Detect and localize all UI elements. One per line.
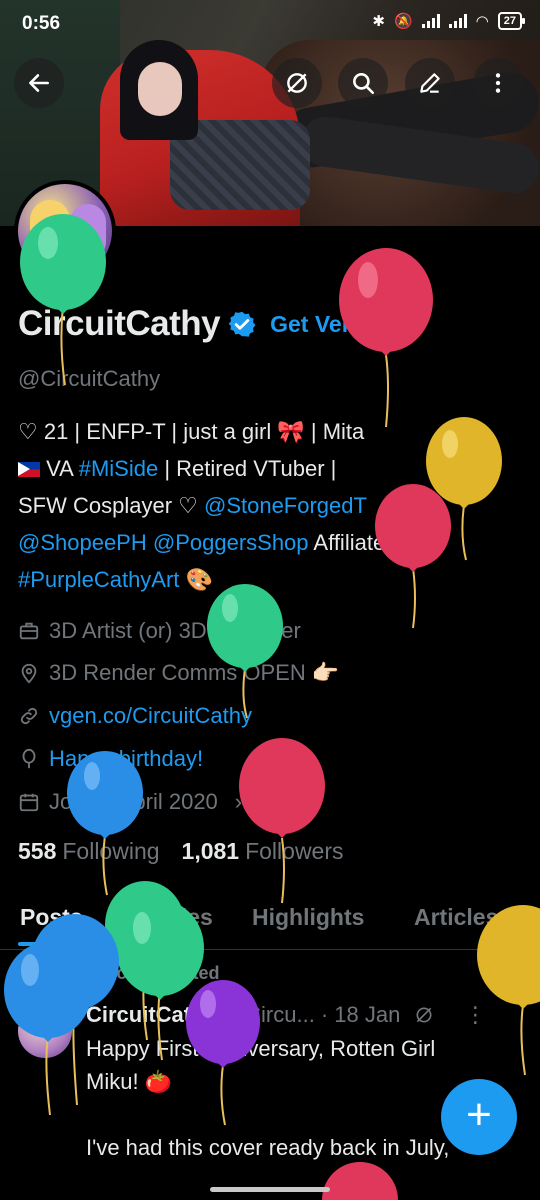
wifi-icon: ◠ <box>475 13 489 30</box>
post-author[interactable]: CircuitCathy <box>86 1002 217 1028</box>
compose-post-button[interactable]: + <box>441 1079 517 1155</box>
profile-name-row: CircuitCathy Get Verified <box>18 304 398 344</box>
bluetooth-icon: ✱ <box>372 13 385 30</box>
hashtag-purplecathyart[interactable]: #PurpleCathyArt <box>18 567 179 592</box>
battery-icon: 27 <box>497 12 526 30</box>
status-time: 0:56 <box>22 13 61 34</box>
chevron-right-icon: › <box>234 789 243 814</box>
location-pin-icon <box>21 663 37 684</box>
post-date: · 18 Jan <box>320 1002 401 1027</box>
balloon-red-4-icon <box>322 1162 398 1200</box>
post-handle: @Circu... <box>222 1002 315 1027</box>
more-button[interactable] <box>473 58 523 108</box>
profile-name: CircuitCathy <box>18 304 221 343</box>
following-link[interactable]: 558 Following <box>18 838 160 865</box>
plus-icon: + <box>466 1090 492 1139</box>
profile-website[interactable]: vgen.co/CircuitCathy <box>18 703 252 729</box>
calendar-icon <box>19 793 39 812</box>
mention-stoneforged[interactable]: @StoneForgedT <box>204 493 367 518</box>
philippines-flag-icon <box>18 462 40 477</box>
tab-replies[interactable]: Replies <box>131 904 213 931</box>
balloon-red-3-icon <box>239 738 325 904</box>
home-indicator <box>210 1187 330 1192</box>
tab-highlights[interactable]: Highlights <box>252 904 364 931</box>
profile-birthday[interactable]: Happy birthday! <box>18 746 203 772</box>
get-verified-link[interactable]: Get Verified <box>270 311 398 338</box>
profile-stats: 558 Following 1,081 Followers <box>18 838 344 865</box>
balloon-blue-1-icon <box>67 751 143 896</box>
search-icon <box>353 73 375 95</box>
grok-icon <box>287 73 307 93</box>
briefcase-icon <box>19 622 39 640</box>
profile-bio: ♡ 21 | ENFP-T | just a girl 🎀 | Mita VA … <box>18 413 438 598</box>
profile-tabs: Posts Replies Highlights Articles <box>0 896 540 950</box>
bio-line-3: SFW Cosplayer ♡ @StoneForgedT <box>18 493 367 518</box>
signal-icon <box>421 14 440 28</box>
bio-line-2: VA #MiSide | Retired VTuber | <box>18 450 438 487</box>
tab-articles[interactable]: Articles <box>414 904 498 931</box>
arrow-left-icon <box>29 74 49 92</box>
followers-link[interactable]: 1,081 Followers <box>182 838 344 865</box>
back-button[interactable] <box>14 58 64 108</box>
verified-badge-icon[interactable] <box>228 310 256 338</box>
post-header: CircuitCathy @Circu... · 18 Jan ⋮ <box>86 1002 486 1028</box>
mention-poggersshop[interactable]: @PoggersShop <box>153 530 309 555</box>
tab-posts[interactable]: Posts <box>20 904 83 931</box>
link-icon <box>20 707 38 725</box>
active-tab-indicator <box>18 942 94 946</box>
mention-shopeeph[interactable]: @ShopeePH <box>18 530 147 555</box>
profile-location: 3D Render Comms OPEN 👉🏻 <box>18 660 339 686</box>
bio-line-1: ♡ 21 | ENFP-T | just a girl 🎀 | Mita <box>18 419 365 444</box>
grok-button[interactable] <box>272 58 322 108</box>
mute-icon: 🔕 <box>393 13 413 30</box>
bio-line-5: #PurpleCathyArt 🎨 <box>18 567 213 592</box>
grok-icon[interactable] <box>414 1005 434 1025</box>
edit-button[interactable] <box>405 58 455 108</box>
profile-avatar[interactable] <box>14 180 116 282</box>
profile-category: 3D Artist (or) 3D Designer <box>18 618 301 644</box>
edit-icon <box>420 73 440 93</box>
profile-handle: @CircuitCathy <box>18 366 161 391</box>
bio-line-4: @ShopeePH @PoggersShop Affiliate ♡ <box>18 530 412 555</box>
balloon-icon <box>22 748 36 769</box>
signal-2-icon <box>448 14 467 28</box>
post-more-icon[interactable]: ⋮ <box>464 1002 486 1028</box>
balloon-green-2-icon <box>207 584 283 719</box>
hashtag-miside[interactable]: #MiSide <box>79 456 158 481</box>
status-icons: ✱ 🔕 ◠ 27 <box>372 12 526 30</box>
repost-icon: ⟲ <box>86 963 106 983</box>
post-avatar[interactable] <box>18 1004 72 1058</box>
profile-joined: Joined April 2020 › <box>18 789 242 815</box>
status-bar: 0:56 ✱ 🔕 ◠ 27 <box>0 0 540 46</box>
repost-label: ⟲ You reposted <box>86 963 220 983</box>
more-vertical-icon <box>495 73 501 93</box>
search-button[interactable] <box>338 58 388 108</box>
